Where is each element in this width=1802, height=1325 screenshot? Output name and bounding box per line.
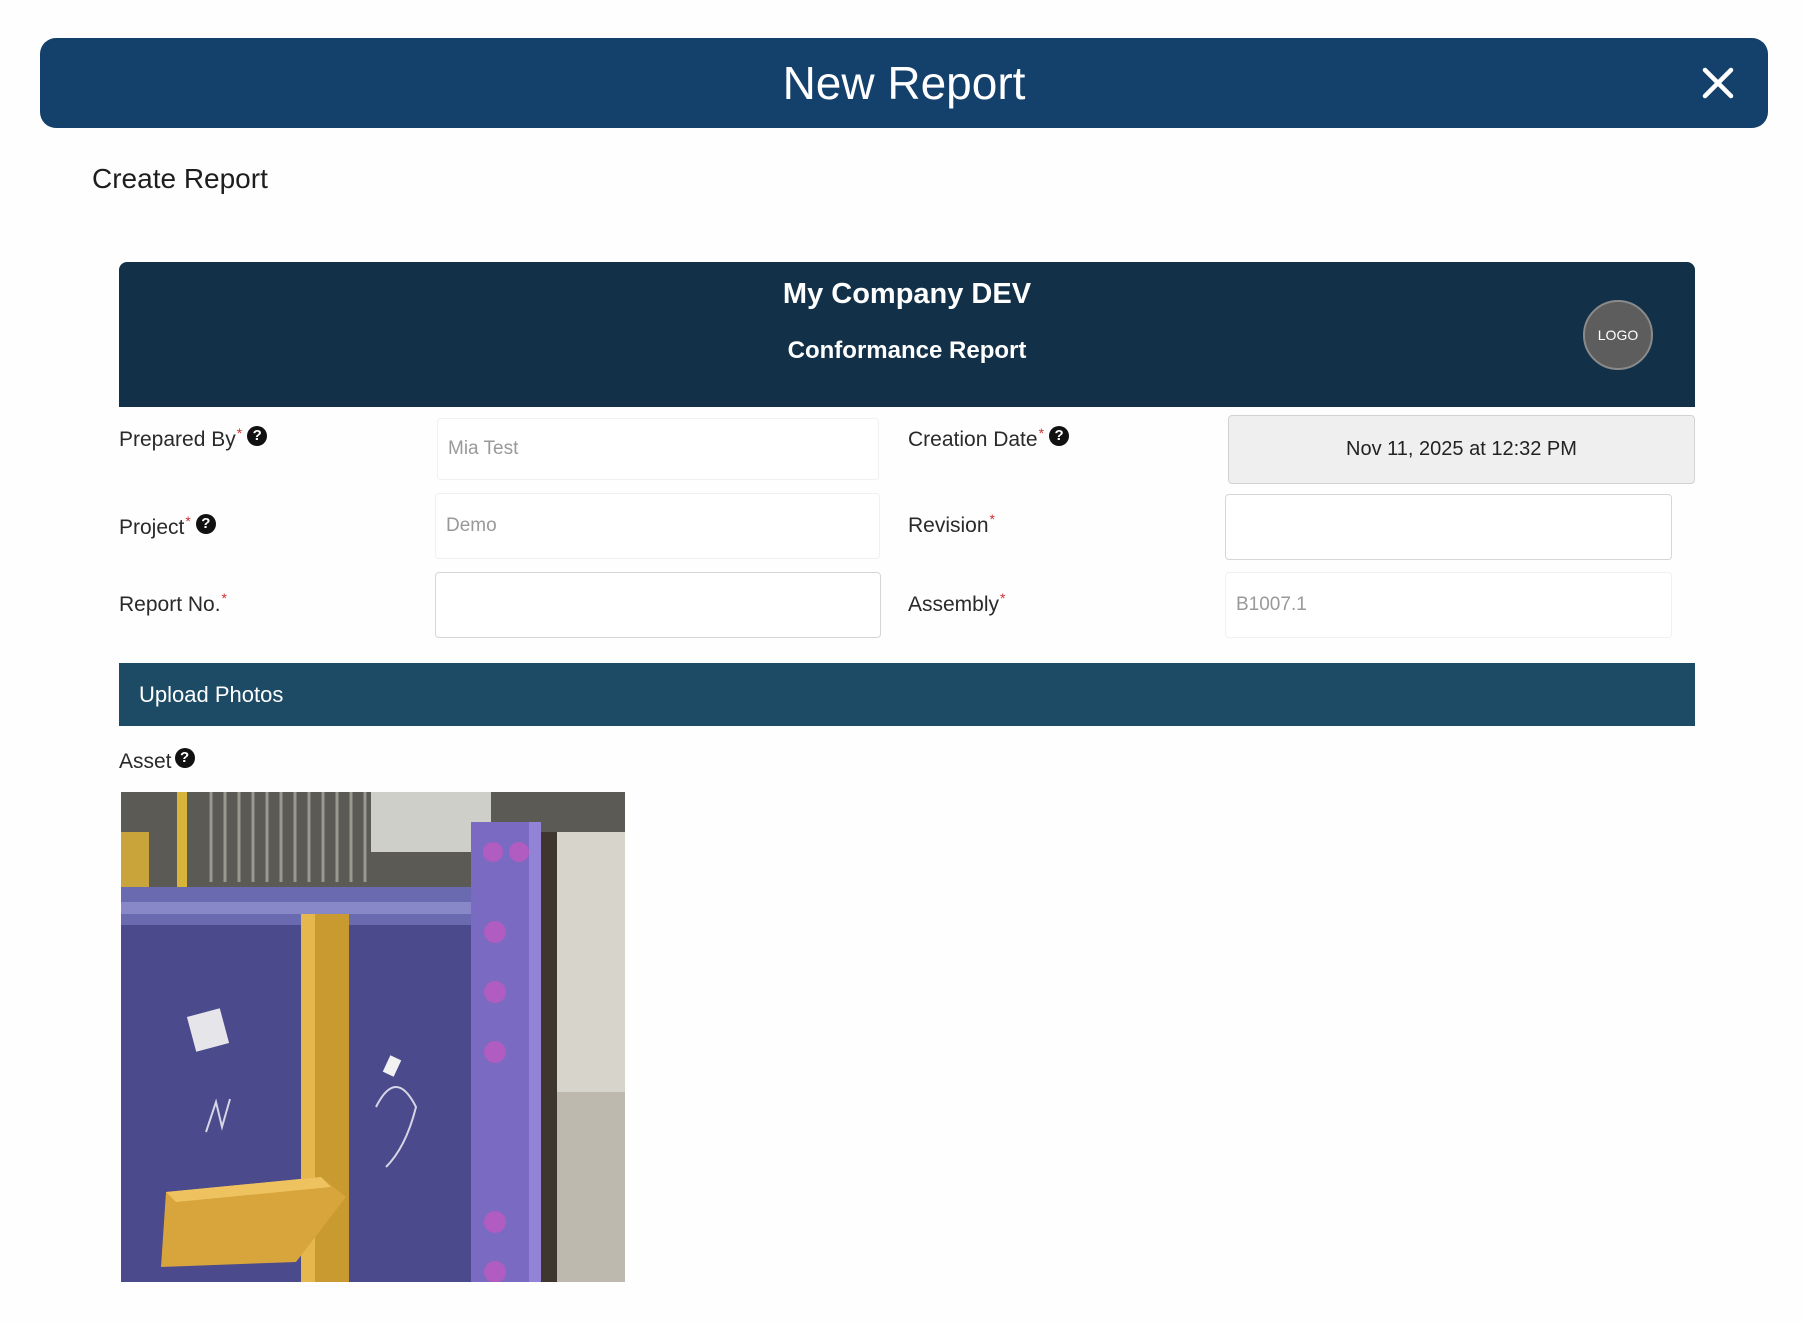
close-icon [1702,67,1734,99]
company-name: My Company DEV [782,278,1032,310]
project-label: Project *? [119,513,216,540]
help-icon[interactable]: ? [1049,426,1070,446]
creation-date-field[interactable]: Nov 11, 2025 at 12:32 PM [1228,415,1695,484]
page-heading: Create Report [92,163,268,194]
report-no-input[interactable] [435,572,881,638]
prepared-by-label: Prepared By *? [119,425,268,452]
asset-label: Asset? [119,748,195,774]
upload-photos-section[interactable]: Upload Photos [119,663,1695,726]
assembly-field[interactable]: B1007.1 [1225,572,1672,638]
prepared-by-label-text: Prepared By [119,428,236,451]
revision-input[interactable] [1225,494,1672,560]
company-banner: My Company DEV Conformance Report LOGO [119,262,1695,407]
project-label-text: Project [119,516,185,539]
help-icon[interactable]: ? [195,514,216,534]
help-icon[interactable]: ? [174,748,195,768]
revision-label-text: Revision [908,514,989,537]
required-mark: * [1038,425,1045,441]
modal-title-bar: New Report [40,38,1768,128]
assembly-label-text: Assembly [908,593,1000,616]
prepared-by-field[interactable]: Mia Test [437,418,879,480]
required-mark: * [236,425,243,441]
assembly-label: Assembly * [908,590,1006,617]
report-no-label: Report No. * [119,590,227,617]
report-no-label-text: Report No. [119,593,221,616]
creation-date-label-text: Creation Date [908,428,1038,451]
close-button[interactable] [1696,61,1740,105]
required-mark: * [221,590,227,606]
modal-title: New Report [782,57,1026,109]
required-mark: * [185,513,191,529]
required-mark: * [989,511,995,527]
project-field[interactable]: Demo [435,493,880,559]
company-logo: LOGO [1583,300,1653,370]
required-mark: * [1000,590,1006,606]
report-type: Conformance Report [787,337,1027,364]
creation-date-label: Creation Date *? [908,425,1070,452]
revision-label: Revision * [908,511,995,538]
asset-label-text: Asset [119,750,172,773]
asset-photo-image [121,792,625,1282]
help-icon[interactable]: ? [247,426,268,446]
upload-photos-title: Upload Photos [139,681,284,707]
asset-photo[interactable] [121,792,625,1282]
